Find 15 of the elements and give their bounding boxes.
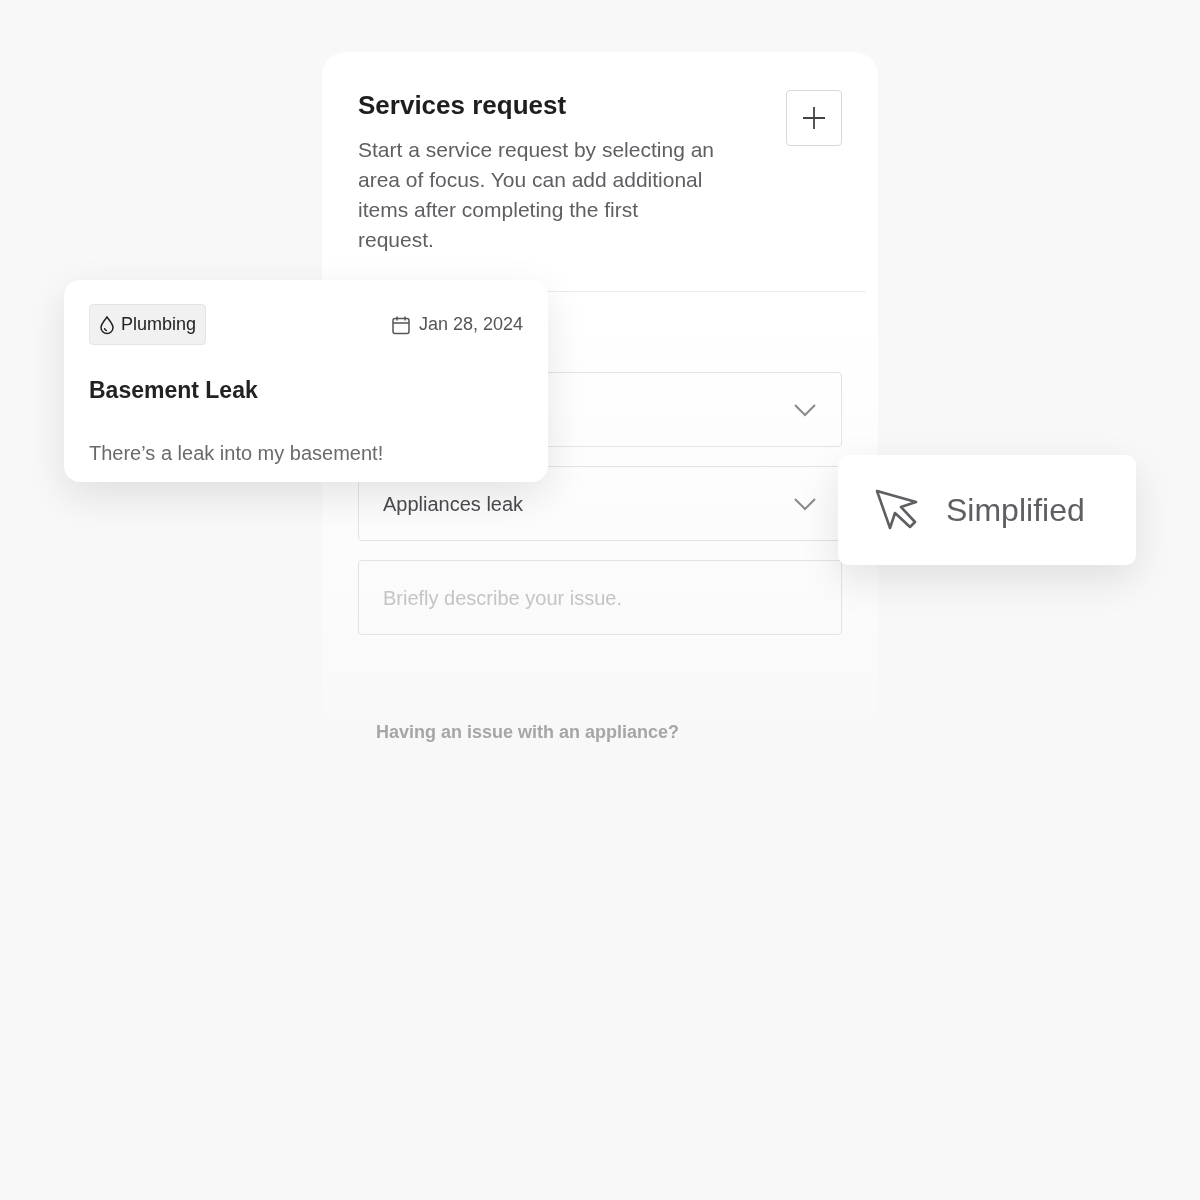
category-tag: Plumbing xyxy=(89,304,207,345)
drop-icon xyxy=(99,314,115,335)
request-title: Basement Leak xyxy=(89,376,259,405)
date-text: Jan 28, 2024 xyxy=(418,313,523,336)
callout-label: Simplified xyxy=(946,491,1085,530)
hint-text: Having an issue with an appliance? xyxy=(376,721,681,745)
form-description: Start a service request by selecting an area of focus. You can add additional items after completing the first request. xyxy=(358,137,715,254)
chevron-down-icon xyxy=(793,496,817,511)
calendar-icon xyxy=(390,314,411,335)
request-message: There’s a leak into my basement! xyxy=(89,440,385,466)
add-button[interactable] xyxy=(786,90,842,146)
chevron-down-icon xyxy=(793,402,817,417)
cursor-icon xyxy=(874,488,918,532)
plus-icon xyxy=(802,106,826,130)
form-title: Services request xyxy=(358,90,568,122)
